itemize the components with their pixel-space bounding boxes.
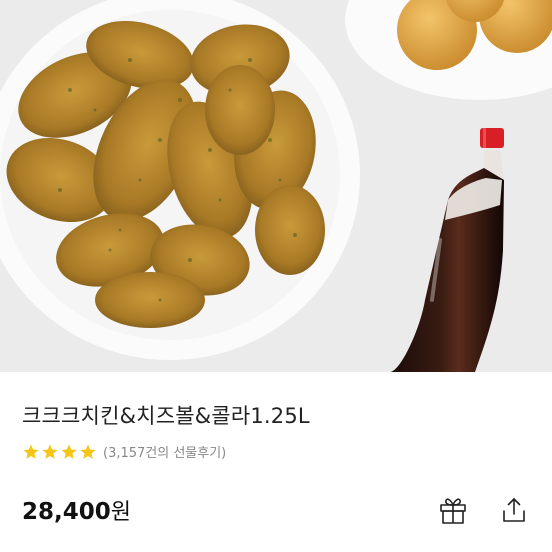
star-icon bbox=[42, 444, 58, 459]
product-title: 크크크치킨&치즈볼&콜라1.25L bbox=[22, 404, 310, 428]
share-button[interactable] bbox=[494, 490, 534, 530]
share-icon bbox=[503, 498, 525, 522]
rating-stars bbox=[22, 443, 97, 461]
star-icon bbox=[23, 444, 39, 459]
gift-icon bbox=[440, 498, 466, 524]
rating-row[interactable]: (3,157건의 선물후기) bbox=[22, 442, 226, 461]
price-amount: 28,400 bbox=[22, 499, 111, 525]
gift-button[interactable] bbox=[433, 490, 473, 530]
star-icon bbox=[80, 444, 96, 459]
product-image bbox=[0, 0, 552, 372]
price-unit: 원 bbox=[110, 500, 132, 525]
review-count[interactable]: (3,157건의 선물후기) bbox=[103, 442, 226, 461]
star-icon bbox=[61, 444, 77, 459]
product-info: 크크크치킨&치즈볼&콜라1.25L (3,157건의 선물후기) 28,400원 bbox=[0, 372, 552, 552]
cola-bottle bbox=[390, 128, 504, 372]
product-price: 28,400원 bbox=[22, 494, 131, 526]
